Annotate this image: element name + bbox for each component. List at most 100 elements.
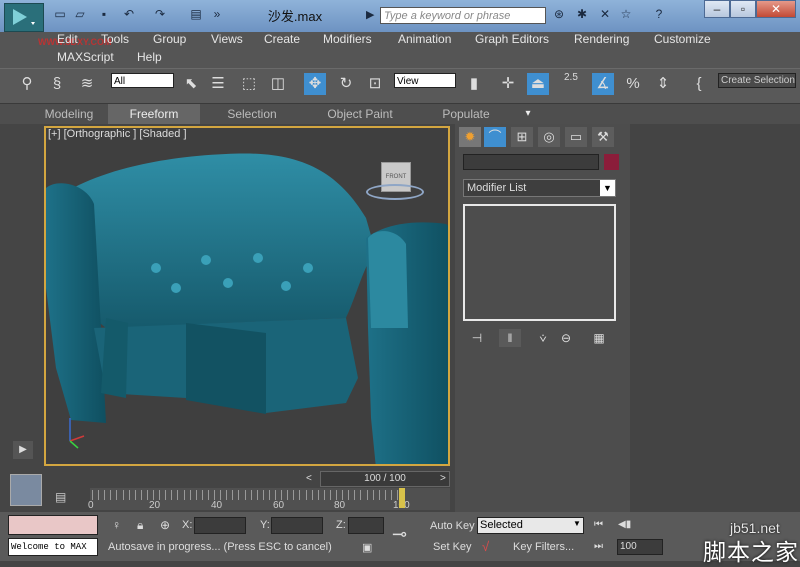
key-mode-toggle-icon[interactable]: ⏭ bbox=[594, 541, 603, 552]
select-rotate-icon[interactable]: ↻ bbox=[335, 73, 357, 95]
tab-populate[interactable]: Populate bbox=[436, 104, 496, 124]
select-object-icon[interactable]: ⬉ bbox=[180, 73, 202, 95]
auto-key-button[interactable]: Auto Key bbox=[430, 520, 475, 532]
viewport-layout-swatch[interactable] bbox=[10, 474, 42, 506]
menu-edit[interactable]: Edit bbox=[57, 32, 78, 46]
set-key-button[interactable]: Set Key bbox=[433, 541, 472, 553]
app-logo-button[interactable] bbox=[4, 3, 44, 32]
communication-icon[interactable]: ✱ bbox=[575, 7, 589, 21]
project-folder-icon[interactable]: ▤ bbox=[189, 7, 203, 21]
hierarchy-tab-icon[interactable]: ⊞ bbox=[511, 127, 533, 147]
rectangle-selection-icon[interactable]: ⬚ bbox=[238, 73, 260, 95]
previous-frame-icon[interactable]: ◀▮ bbox=[618, 519, 631, 530]
menu-maxscript[interactable]: MAXScript bbox=[57, 50, 114, 64]
menu-graph-editors[interactable]: Graph Editors bbox=[475, 32, 549, 46]
modifier-list-dropdown[interactable]: Modifier List bbox=[463, 179, 616, 197]
key-selection-dropdown[interactable]: Selected bbox=[477, 517, 584, 534]
maxscript-listener-output[interactable]: Welcome to MAX bbox=[8, 538, 98, 556]
set-key-mode-icon[interactable]: ⊸ bbox=[392, 524, 407, 545]
reference-coordinate-dropdown[interactable]: View bbox=[394, 73, 456, 88]
menu-create[interactable]: Create bbox=[264, 32, 300, 46]
undo-icon[interactable]: ↶ bbox=[122, 7, 136, 21]
tab-modeling[interactable]: Modeling bbox=[38, 104, 100, 124]
tab-object-paint[interactable]: Object Paint bbox=[320, 104, 400, 124]
select-manipulate-icon[interactable]: ✛ bbox=[497, 73, 519, 95]
keyboard-shortcut-override-icon[interactable]: ⏏ bbox=[527, 73, 549, 95]
pin-stack-icon[interactable]: ⊣ bbox=[466, 329, 488, 347]
show-end-result-icon[interactable]: ‖ bbox=[499, 329, 521, 347]
modify-tab-icon[interactable]: ⌒ bbox=[484, 127, 506, 147]
selection-filter-dropdown[interactable]: All bbox=[111, 73, 174, 88]
more-icon[interactable]: » bbox=[210, 7, 224, 21]
display-tab-icon[interactable]: ▭ bbox=[565, 127, 587, 147]
playhead[interactable] bbox=[399, 488, 405, 508]
new-file-icon[interactable]: ▭ bbox=[53, 7, 67, 21]
y-coordinate-field[interactable] bbox=[271, 517, 323, 534]
menu-group[interactable]: Group bbox=[153, 32, 186, 46]
z-coordinate-field[interactable] bbox=[348, 517, 384, 534]
select-by-name-icon[interactable]: ☰ bbox=[207, 73, 229, 95]
search-arrow-icon[interactable]: ▶ bbox=[366, 8, 374, 21]
open-file-icon[interactable]: ▱ bbox=[73, 7, 87, 21]
lock-icon[interactable]: 🔒︎ bbox=[137, 518, 143, 533]
tab-freeform[interactable]: Freeform bbox=[108, 104, 200, 124]
lightbulb-icon[interactable]: ♀ bbox=[112, 518, 121, 532]
utilities-tab-icon[interactable]: ⚒ bbox=[592, 127, 614, 147]
mini-curve-editor-icon[interactable]: ▤ bbox=[55, 490, 66, 504]
tools-icon[interactable]: ✕ bbox=[598, 7, 612, 21]
viewcube-ring[interactable] bbox=[366, 184, 424, 200]
redo-icon[interactable]: ↷ bbox=[153, 7, 167, 21]
select-scale-icon[interactable]: ⊡ bbox=[364, 73, 386, 95]
tab-selection[interactable]: Selection bbox=[220, 104, 284, 124]
window-crossing-icon[interactable]: ◫ bbox=[267, 73, 289, 95]
create-tab-icon[interactable]: ✹ bbox=[459, 127, 481, 147]
make-unique-icon[interactable]: ⩒ bbox=[532, 329, 554, 347]
isolate-toggle-icon[interactable]: ▣ bbox=[362, 541, 372, 554]
percent-snap-icon[interactable]: % bbox=[622, 73, 644, 95]
go-to-start-icon[interactable]: ⏮ bbox=[594, 519, 603, 530]
favorites-star-icon[interactable]: ☆ bbox=[619, 7, 633, 21]
menu-tools[interactable]: Tools bbox=[101, 32, 129, 46]
object-color-swatch[interactable] bbox=[604, 154, 619, 170]
maximize-button[interactable]: ▫ bbox=[730, 0, 756, 18]
menu-customize[interactable]: Customize bbox=[654, 32, 711, 46]
select-link-icon[interactable]: ⚲ bbox=[16, 73, 38, 95]
minimize-button[interactable]: – bbox=[704, 0, 730, 18]
edit-named-selection-icon[interactable]: { bbox=[688, 73, 710, 95]
chevron-down-icon[interactable]: ▼ bbox=[600, 180, 615, 196]
absolute-mode-icon[interactable]: ⊕ bbox=[160, 518, 170, 532]
remove-modifier-icon[interactable]: ⊖ bbox=[555, 329, 577, 347]
viewport-orthographic[interactable]: FRONT bbox=[44, 126, 450, 466]
close-button[interactable]: ✕ bbox=[756, 0, 796, 18]
menu-animation[interactable]: Animation bbox=[398, 32, 451, 46]
menu-rendering[interactable]: Rendering bbox=[574, 32, 629, 46]
viewport-label[interactable]: [+] [Orthographic ] [Shaded ] bbox=[48, 128, 187, 140]
viewport-layout-play-icon[interactable]: ▶ bbox=[13, 441, 33, 459]
save-icon[interactable]: ▪ bbox=[97, 7, 111, 21]
modifier-stack[interactable] bbox=[463, 204, 616, 321]
maxscript-listener-input[interactable] bbox=[8, 515, 98, 535]
menu-views[interactable]: Views bbox=[211, 32, 243, 46]
object-name-field[interactable] bbox=[463, 154, 599, 170]
motion-tab-icon[interactable]: ◎ bbox=[538, 127, 560, 147]
bind-space-warp-icon[interactable]: ≋ bbox=[76, 73, 98, 95]
binoculars-icon[interactable]: ⊛ bbox=[552, 7, 566, 21]
snap-toggle-label[interactable]: 2.5 bbox=[564, 72, 578, 83]
time-slider-prev-icon[interactable]: < bbox=[306, 473, 312, 484]
ribbon-options-icon[interactable]: ▾ bbox=[516, 104, 540, 124]
help-icon[interactable]: ? bbox=[652, 7, 666, 21]
angle-snap-icon[interactable]: ∡ bbox=[592, 73, 614, 95]
current-frame-field[interactable]: 100 bbox=[617, 539, 663, 555]
time-slider[interactable]: 100 / 100 bbox=[320, 471, 450, 487]
create-selection-set-field[interactable]: Create Selection bbox=[718, 73, 796, 88]
time-slider-next-icon[interactable]: > bbox=[440, 473, 446, 484]
menu-modifiers[interactable]: Modifiers bbox=[323, 32, 372, 46]
search-input[interactable]: Type a keyword or phrase bbox=[380, 7, 546, 24]
pivot-center-icon[interactable]: ▮ bbox=[463, 73, 485, 95]
default-tangent-icon[interactable]: √ bbox=[482, 539, 489, 554]
key-filters-button[interactable]: Key Filters... bbox=[513, 541, 574, 553]
select-move-icon[interactable]: ✥ bbox=[304, 73, 326, 95]
configure-modifier-sets-icon[interactable]: ▦ bbox=[588, 329, 610, 347]
unlink-icon[interactable]: § bbox=[46, 73, 68, 95]
menu-help[interactable]: Help bbox=[137, 50, 162, 64]
